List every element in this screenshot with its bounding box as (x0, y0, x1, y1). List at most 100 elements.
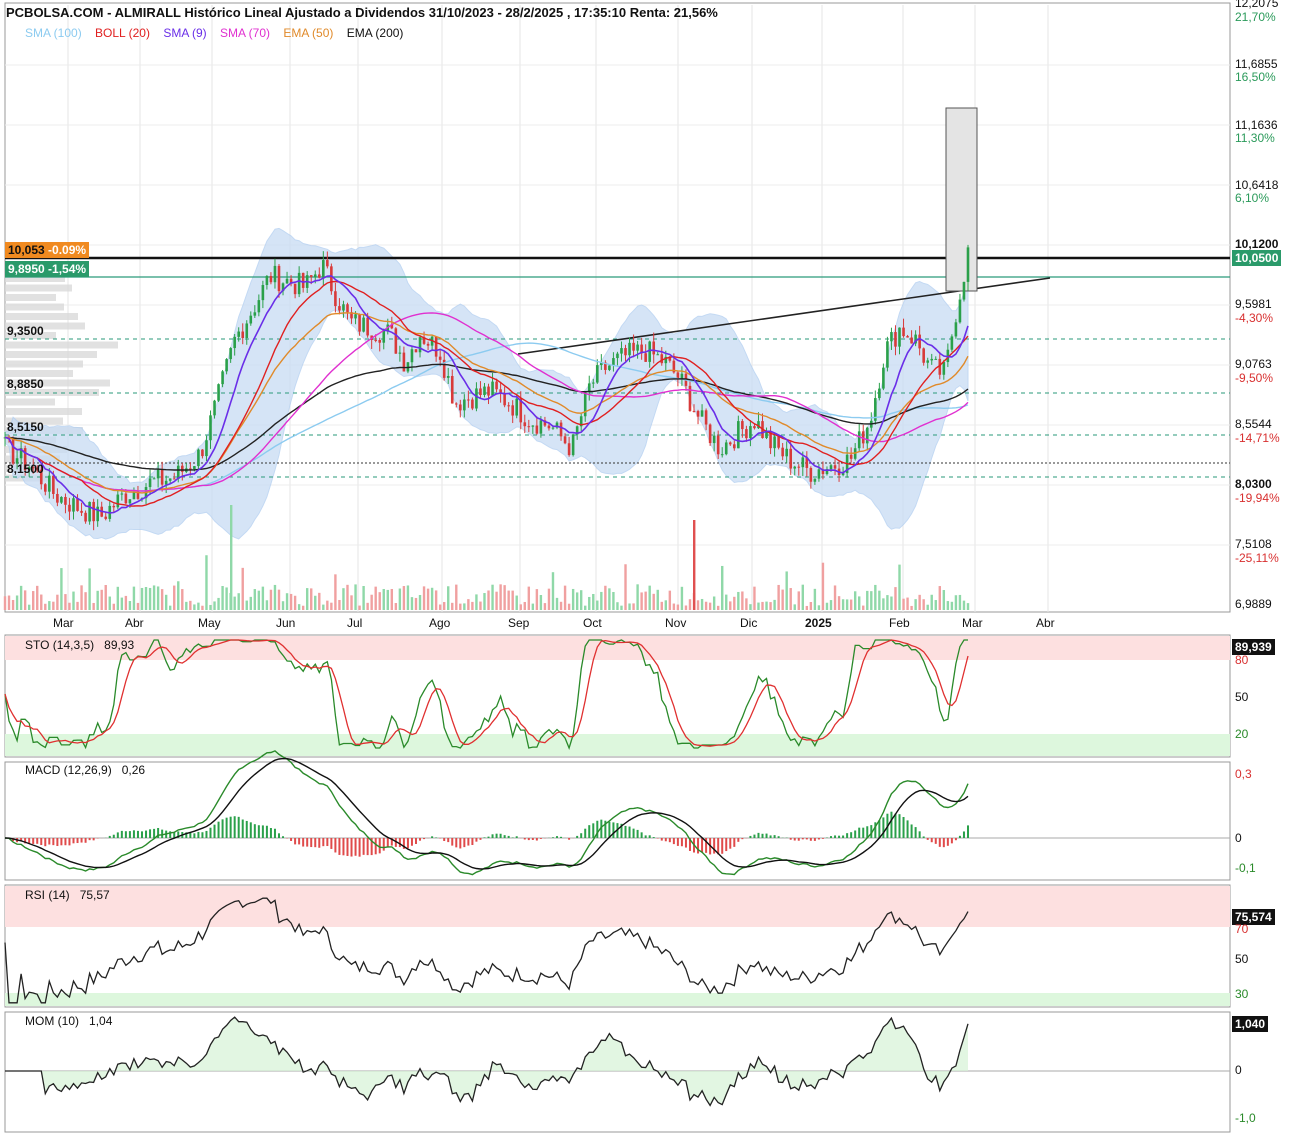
macd-histogram-bar (346, 838, 349, 856)
macd-histogram-bar (124, 831, 127, 838)
volume-bar (708, 602, 712, 610)
volume-bar (305, 588, 309, 610)
volume-bar (173, 585, 176, 610)
volume-bar (245, 600, 248, 610)
candle-body (309, 275, 313, 277)
macd-histogram-bar (443, 838, 446, 842)
candle-body (317, 274, 321, 278)
volume-bar (438, 604, 442, 610)
candle-body (523, 422, 527, 427)
price-tick-2: 11,1636 (1235, 118, 1278, 132)
rsi-panel-title: RSI (14) 75,57 (25, 888, 110, 902)
candle-body (620, 348, 623, 354)
volume-bar (237, 593, 240, 610)
volume-bar (471, 601, 474, 610)
macd-histogram-bar (652, 837, 655, 838)
macd-histogram-bar (942, 838, 945, 848)
candle-body (205, 440, 208, 457)
volume-bar (213, 601, 216, 610)
macd-histogram-bar (551, 837, 554, 838)
volume-bar (217, 597, 220, 610)
volume-bar (918, 594, 921, 610)
volume-bar (567, 603, 571, 610)
month-label: Jul (347, 616, 363, 630)
candle-body (930, 358, 934, 361)
volume-bar (52, 601, 55, 610)
macd-histogram-bar (749, 835, 752, 838)
mom-panel-title: MOM (10) 1,04 (25, 1014, 112, 1028)
volume-bar (785, 571, 788, 610)
sto-tick-50: 50 (1235, 690, 1249, 704)
macd-histogram-bar (414, 838, 417, 844)
macd-histogram-bar (269, 828, 272, 838)
volume-bar (680, 586, 684, 610)
volume-bar (910, 605, 913, 610)
macd-histogram-bar (451, 838, 454, 846)
legend-ema50: EMA (50) (283, 26, 334, 40)
sto-overbought-zone (5, 636, 1230, 660)
volume-bar (108, 596, 111, 610)
volume-bar (487, 590, 490, 610)
macd-histogram-bar (136, 830, 139, 838)
candle-body (402, 352, 406, 372)
candle-body (297, 272, 301, 295)
candle-body (503, 393, 506, 406)
volume-bar (862, 605, 865, 610)
candle-body (76, 498, 79, 511)
macd-histogram-bar (918, 831, 921, 838)
candle-body (354, 314, 357, 319)
candle-body (628, 342, 631, 356)
volume-bar (628, 603, 631, 610)
sto-label: STO (14,3,5) (25, 638, 95, 652)
macd-histogram-bar (294, 838, 297, 845)
volume-bar (434, 590, 438, 610)
rsi-tick-30: 30 (1235, 987, 1249, 1001)
candle-body (245, 323, 249, 338)
panel-frame-4 (4, 1011, 1231, 1133)
candle-body (467, 399, 470, 401)
candle-body (475, 388, 478, 409)
macd-histogram-bar (701, 838, 704, 853)
candle-body (563, 436, 567, 444)
macd-histogram-bar (128, 831, 131, 838)
resistance-tag-pct: -0.09% (48, 243, 87, 257)
volume-bar (499, 584, 502, 610)
volume-bar (584, 605, 587, 610)
candle-body (209, 415, 212, 441)
candle-body (511, 405, 514, 416)
volume-bar (849, 599, 853, 610)
macd-histogram-bar (326, 838, 329, 847)
pct-tick-6: -9,50% (1235, 371, 1274, 385)
candle-body (737, 421, 740, 449)
candle-body (527, 426, 531, 428)
volume-bar (870, 591, 873, 610)
volume-bar (386, 589, 389, 610)
candle-body (591, 382, 595, 384)
volume-bar (721, 565, 724, 610)
macd-histogram-bar (503, 835, 506, 838)
candle-body (249, 315, 253, 324)
legend-sma9: SMA (9) (163, 26, 207, 40)
candle-body (720, 454, 724, 456)
macd-histogram-bar (922, 836, 925, 838)
volume-bar (632, 603, 635, 610)
macd-histogram-bar (838, 835, 841, 838)
macd-histogram-bar (229, 816, 232, 838)
volume-bar (656, 589, 659, 610)
volume-bar (592, 593, 595, 610)
macd-histogram-bar (60, 838, 63, 846)
volume-bar (164, 594, 168, 610)
macd-histogram-bar (958, 835, 961, 838)
volume-bar (36, 585, 39, 610)
volume-bar (688, 599, 692, 610)
volume-bar (624, 564, 627, 610)
pct-tick-3: 6,10% (1235, 191, 1270, 205)
macd-histogram-bar (273, 828, 276, 838)
rsi-overbought-zone (5, 886, 1230, 927)
candle-body (180, 465, 184, 472)
legend-sma70: SMA (70) (220, 26, 271, 40)
macd-histogram-bar (507, 835, 510, 838)
candle-body (124, 493, 128, 504)
pct-tick-2: 11,30% (1235, 131, 1275, 145)
macd-histogram-bar (894, 813, 897, 838)
